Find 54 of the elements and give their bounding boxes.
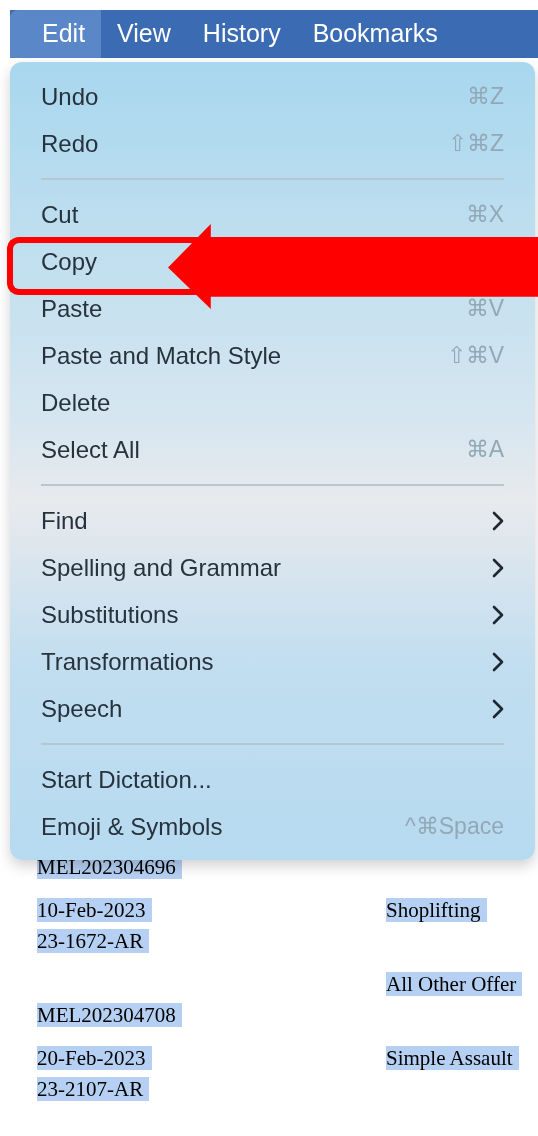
shortcut-label: ⌘V [465, 294, 504, 324]
menu-item-label: Paste [41, 293, 103, 324]
shortcut-label: ⌘X [465, 200, 504, 230]
chevron-right-icon [492, 604, 504, 625]
menu-item-label: Redo [41, 128, 99, 159]
document-text: 23-2107-AR [37, 1077, 150, 1101]
menu-item[interactable]: Emoji & Symbols ^⌘Space [10, 803, 535, 850]
chevron-right-icon [492, 557, 504, 578]
document-text: All Other Offer [386, 972, 523, 996]
menu-item[interactable]: Substitutions [10, 591, 535, 638]
menu-item[interactable]: Spelling and Grammar [10, 544, 535, 591]
menu-bar-item[interactable]: Bookmarks [296, 10, 454, 58]
menu-item[interactable]: Paste ⌘V [10, 285, 535, 332]
document-text: Simple Assault [386, 1046, 519, 1070]
shortcut-label: ⇧⌘V [446, 341, 504, 371]
menu-item[interactable]: Paste and Match Style ⇧⌘V [10, 332, 535, 379]
menu-item-label: Speech [41, 693, 123, 724]
chevron-right-icon [492, 510, 504, 531]
document-text: 23-1672-AR [37, 929, 150, 953]
document-text: 10-Feb-2023 [37, 898, 152, 922]
menu-item[interactable]: Transformations [10, 638, 535, 685]
menu-item-label: Find [41, 505, 88, 536]
menu-item-label: Substitutions [41, 599, 179, 630]
menu-item[interactable]: Cut ⌘X [10, 191, 535, 238]
menu-item-label: Select All [41, 434, 140, 465]
menu-bar-item[interactable]: History [186, 10, 297, 58]
menu-item[interactable]: Select All ⌘A [10, 426, 535, 473]
menu-item-label: Copy [41, 246, 98, 277]
shortcut-label: ⇧⌘Z [447, 129, 504, 159]
menu-bar-item[interactable]: Edit [10, 10, 102, 58]
chevron-right-icon [492, 651, 504, 672]
menu-item[interactable]: Delete [10, 379, 535, 426]
menu-item-label: Delete [41, 387, 111, 418]
chevron-right-icon [492, 698, 504, 719]
menu-item[interactable]: Redo ⇧⌘Z [10, 120, 535, 167]
document-text: 20-Feb-2023 [37, 1046, 152, 1070]
menu-item[interactable]: Undo ⌘Z [10, 73, 535, 120]
document-text: Shoplifting [386, 898, 487, 922]
menu-item-label: Transformations [41, 646, 214, 677]
shortcut-label: ⌘Z [466, 82, 504, 112]
menu-item[interactable]: Start Dictation... [10, 756, 535, 803]
menu-item[interactable]: Find [10, 497, 535, 544]
menu-item-label: Paste and Match Style [41, 340, 282, 371]
shortcut-label: ^⌘Space [405, 812, 504, 842]
menu-item-label: Undo [41, 81, 99, 112]
menu-item-label: Cut [41, 199, 79, 230]
menu-item-label: Start Dictation... [41, 764, 212, 795]
menu-item-label: Emoji & Symbols [41, 811, 223, 842]
shortcut-label: ⌘A [465, 435, 504, 465]
menu-bar-item[interactable]: View [101, 10, 187, 58]
menu-item[interactable]: Copy [10, 238, 160, 285]
menu-item[interactable]: Speech [10, 685, 535, 732]
menu-item-label: Spelling and Grammar [41, 552, 282, 583]
document-text: MEL202304708 [37, 1003, 182, 1027]
